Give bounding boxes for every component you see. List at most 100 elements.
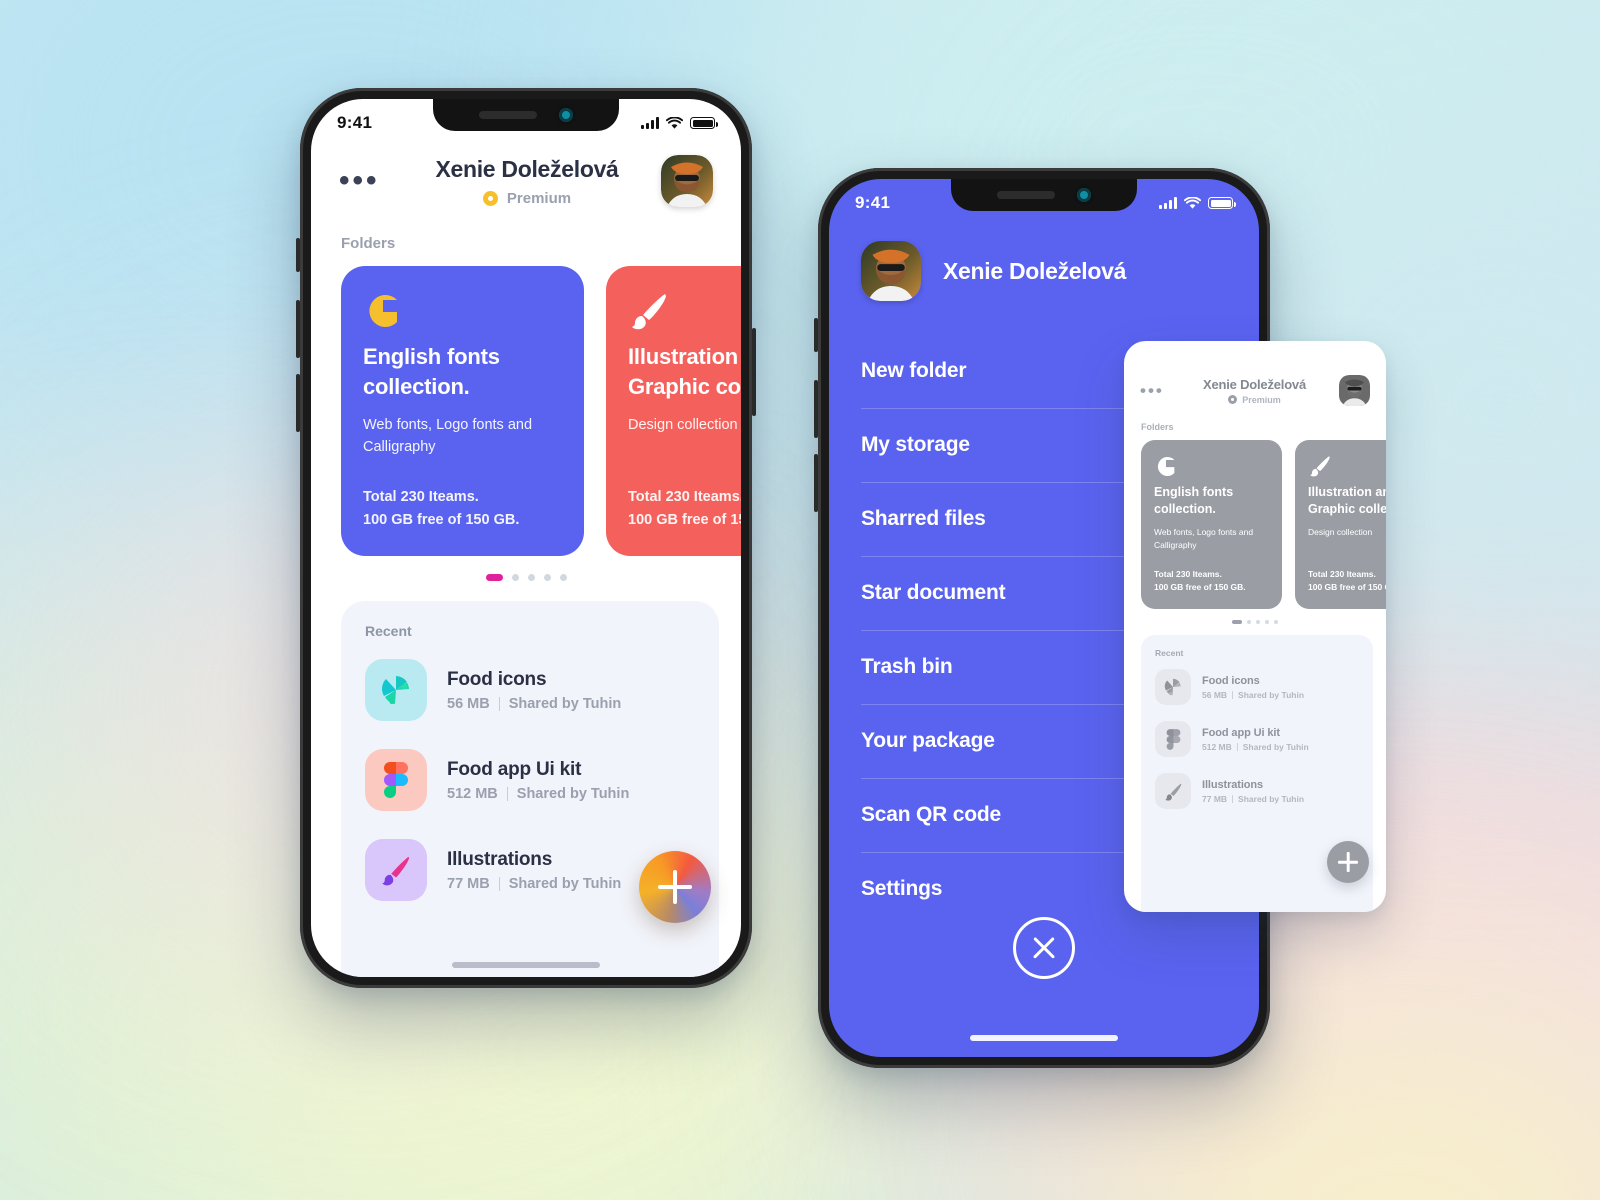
file-name: Illustrations — [1202, 778, 1264, 791]
folder-description: Design collection — [628, 417, 738, 434]
file-size: 512 MB — [1202, 741, 1232, 752]
preview-overlay-card: ••• Xenie Doleželová Premium Folders Eng… — [1124, 341, 1386, 912]
figma-icon — [365, 749, 427, 811]
home-indicator[interactable] — [452, 962, 600, 968]
folder-storage: 100 GB free of 150 GB. — [1308, 582, 1386, 593]
folder-items-count: Total 230 Iteams. — [1154, 568, 1222, 579]
phone1-screen: 9:41 ••• Xenie Doleželová Premium Folder… — [311, 99, 741, 977]
pager-dot[interactable] — [1256, 620, 1260, 624]
folder-card[interactable]: English fonts collection. Web fonts, Log… — [341, 266, 584, 556]
avatar[interactable] — [661, 155, 713, 207]
page-title: Xenie Doleželová — [435, 155, 619, 182]
folder-description: Web fonts, Logo fonts and Calligraphy — [363, 417, 533, 456]
paintbrush-icon — [1308, 454, 1386, 478]
pager-dot[interactable] — [1265, 620, 1269, 624]
notch — [433, 99, 619, 131]
folder-description: Web fonts, Logo fonts and Calligraphy — [1154, 526, 1254, 550]
close-menu-button[interactable] — [1013, 917, 1075, 979]
folder-storage: 100 GB free of 150 GB. — [628, 511, 741, 528]
pager-dot[interactable] — [1247, 620, 1251, 624]
pager-dot[interactable] — [485, 574, 503, 581]
pager-dot[interactable] — [1232, 620, 1242, 624]
pager-dot[interactable] — [559, 574, 567, 581]
file-shared-by: Shared by Tuhin — [508, 875, 622, 892]
folder-items-count: Total 230 Iteams. — [628, 488, 741, 505]
premium-dot-icon — [1228, 395, 1238, 404]
earpiece-speaker — [479, 111, 537, 119]
plus-icon — [658, 870, 692, 904]
avatar[interactable] — [861, 241, 921, 301]
overlay-folders-label: Folders — [1141, 422, 1174, 432]
file-shared-by: Shared by Tuhin — [1238, 793, 1305, 804]
battery-icon — [690, 117, 718, 129]
folders-section-label: Folders — [341, 235, 396, 252]
list-item[interactable]: Illustrations 77 MB Shared by Tuhin — [1155, 765, 1359, 817]
status-badge: Premium — [393, 190, 661, 207]
folder-card[interactable]: Illustration and Graphic collection. Des… — [1295, 440, 1386, 609]
overlay-recent-list: Food icons 56 MB Shared by Tuhin Food ap… — [1141, 658, 1373, 817]
list-item[interactable]: Food app Ui kit 512 MB Shared by Tuhin — [1155, 713, 1359, 765]
menu-user-name: Xenie Doleželová — [943, 257, 1127, 284]
folder-title: English fonts collection. — [1154, 485, 1234, 516]
pager-dot[interactable] — [1274, 620, 1278, 624]
list-item[interactable]: Food icons 56 MB Shared by Tuhin — [365, 645, 695, 735]
letter-c-icon — [363, 290, 562, 332]
folders-carousel[interactable]: English fonts collection. Web fonts, Log… — [311, 252, 741, 556]
power-button[interactable] — [752, 328, 756, 416]
folder-items-count: Total 230 Iteams. — [363, 488, 479, 505]
volume-up-button[interactable] — [296, 300, 300, 358]
mute-switch[interactable] — [296, 238, 300, 272]
pager-dot[interactable] — [543, 574, 551, 581]
cellular-bars-icon — [1159, 197, 1177, 209]
folder-storage: 100 GB free of 150 GB. — [363, 511, 520, 528]
overlay-folders-carousel[interactable]: English fonts collection. Web fonts, Log… — [1124, 432, 1386, 609]
food-pie-icon — [365, 659, 427, 721]
folder-title: Illustration and Graphic collection. — [1308, 485, 1386, 516]
file-name: Food app Ui kit — [1202, 726, 1280, 739]
folder-card[interactable]: Illustration and Graphic collection. Des… — [606, 266, 741, 556]
mute-switch[interactable] — [814, 318, 818, 352]
pager-dot[interactable] — [527, 574, 535, 581]
food-pie-icon — [1155, 669, 1191, 705]
file-name: Food icons — [447, 668, 547, 690]
list-item[interactable]: Food icons 56 MB Shared by Tuhin — [1155, 661, 1359, 713]
file-size: 56 MB — [447, 695, 490, 712]
folder-card[interactable]: English fonts collection. Web fonts, Log… — [1141, 440, 1282, 609]
home-indicator[interactable] — [970, 1035, 1118, 1041]
file-name: Food icons — [1202, 674, 1260, 687]
file-shared-by: Shared by Tuhin — [508, 695, 622, 712]
avatar[interactable] — [1339, 375, 1370, 406]
plus-icon — [1338, 852, 1358, 872]
folder-description: Design collection — [1308, 526, 1373, 537]
file-size: 512 MB — [447, 785, 498, 802]
premium-label: Premium — [506, 189, 572, 207]
add-file-fab[interactable] — [639, 851, 711, 923]
pager-dot[interactable] — [511, 574, 519, 581]
folder-title: English fonts collection. — [363, 344, 500, 399]
volume-up-button[interactable] — [814, 380, 818, 438]
overlay-header: ••• Xenie Doleželová Premium — [1124, 341, 1386, 406]
letter-c-icon — [1154, 454, 1269, 478]
file-size: 77 MB — [447, 875, 490, 892]
recent-section-label: Recent — [1155, 648, 1184, 658]
more-horizontal-icon[interactable]: ••• — [339, 166, 393, 196]
file-shared-by: Shared by Tuhin — [1242, 741, 1309, 752]
status-time: 9:41 — [855, 193, 891, 212]
volume-down-button[interactable] — [296, 374, 300, 432]
paintbrush-icon — [365, 839, 427, 901]
wifi-icon — [1184, 196, 1201, 209]
overlay-user-name: Xenie Doleželová — [1202, 376, 1306, 392]
file-size: 56 MB — [1202, 689, 1228, 700]
add-file-fab[interactable] — [1327, 841, 1369, 883]
close-icon — [1031, 935, 1057, 961]
more-horizontal-icon[interactable]: ••• — [1140, 382, 1170, 399]
recent-section-label: Recent — [365, 623, 412, 639]
phone-device-home: 9:41 ••• Xenie Doleželová Premium Folder… — [296, 88, 756, 988]
file-shared-by: Shared by Tuhin — [516, 785, 630, 802]
overlay-carousel-pager[interactable] — [1124, 609, 1386, 624]
folder-title: Illustration and Graphic collection. — [628, 344, 741, 399]
status-time: 9:41 — [337, 113, 373, 132]
carousel-pager[interactable] — [311, 556, 741, 581]
list-item[interactable]: Food app Ui kit 512 MB Shared by Tuhin — [365, 735, 695, 825]
volume-down-button[interactable] — [814, 454, 818, 512]
